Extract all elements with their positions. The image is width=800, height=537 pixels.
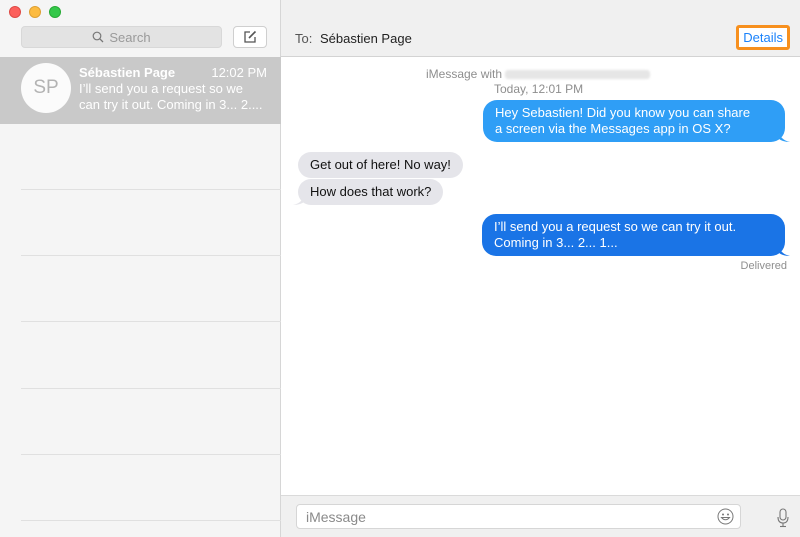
close-window-button[interactable] — [9, 6, 21, 18]
message-line: Coming in 3... 2... 1... — [494, 235, 618, 250]
list-divider — [21, 520, 281, 521]
conversation-preview: I’ll send you a request so we can try it… — [79, 81, 269, 113]
outgoing-message: Hey Sebastien! Did you know you can shar… — [483, 100, 790, 142]
outgoing-message: I’ll send you a request so we can try it… — [482, 214, 790, 256]
delivery-status: Delivered — [740, 260, 787, 272]
timestamp: Today, 12:01 PM — [494, 82, 584, 96]
preview-line: I’ll send you a request so we — [79, 81, 244, 96]
conversation-time: 12:02 PM — [211, 65, 267, 80]
bubble-tail — [293, 193, 305, 205]
search-placeholder: Search — [109, 29, 151, 45]
service-label: iMessage with — [426, 67, 503, 81]
window-controls — [9, 6, 61, 18]
list-divider — [21, 255, 281, 256]
list-divider — [21, 388, 281, 389]
composer-bar — [281, 495, 800, 537]
message-line: a screen via the Messages app in OS X? — [495, 121, 731, 136]
search-icon — [92, 31, 104, 43]
preview-line: can try it out. Coming in 3... 2.... — [79, 97, 263, 112]
list-divider — [21, 454, 281, 455]
message-line: Get out of here! No way! — [310, 157, 451, 172]
message-line: Hey Sebastien! Did you know you can shar… — [495, 105, 751, 120]
service-info: iMessage with — [426, 67, 651, 81]
avatar: SP — [21, 63, 71, 113]
search-field[interactable]: Search — [21, 26, 222, 48]
details-highlight: Details — [736, 25, 790, 50]
recipient-name: Sébastien Page — [320, 31, 412, 46]
incoming-message: How does that work? — [293, 179, 444, 205]
list-divider — [21, 321, 281, 322]
compose-icon — [244, 30, 257, 43]
details-button[interactable]: Details — [741, 30, 785, 45]
sidebar: Search SP Sébastien Page 12:02 PM I’ll s… — [0, 0, 281, 537]
message-input[interactable] — [297, 505, 717, 528]
conversation-name: Sébastien Page — [79, 65, 176, 80]
message-line: I’ll send you a request so we can try it… — [494, 219, 737, 234]
to-label: To: — [295, 31, 313, 46]
incoming-message: Get out of here! No way! — [298, 152, 463, 178]
conversation-header: To: Sébastien Page Details — [281, 0, 800, 57]
message-field[interactable] — [296, 504, 741, 529]
microphone-icon[interactable] — [776, 508, 790, 528]
compose-button[interactable] — [233, 26, 267, 48]
list-divider — [21, 189, 281, 190]
bubble-tail — [778, 244, 790, 256]
bubble-tail — [778, 130, 790, 142]
message-transcript: iMessage with Today, 12:01 PM Hey Sebast… — [281, 57, 800, 495]
emoji-icon[interactable] — [717, 508, 734, 525]
maximize-window-button[interactable] — [49, 6, 61, 18]
conversation-item[interactable]: SP Sébastien Page 12:02 PM I’ll send you… — [0, 57, 281, 124]
redacted-address — [505, 69, 651, 79]
minimize-window-button[interactable] — [29, 6, 41, 18]
message-line: How does that work? — [310, 184, 432, 199]
